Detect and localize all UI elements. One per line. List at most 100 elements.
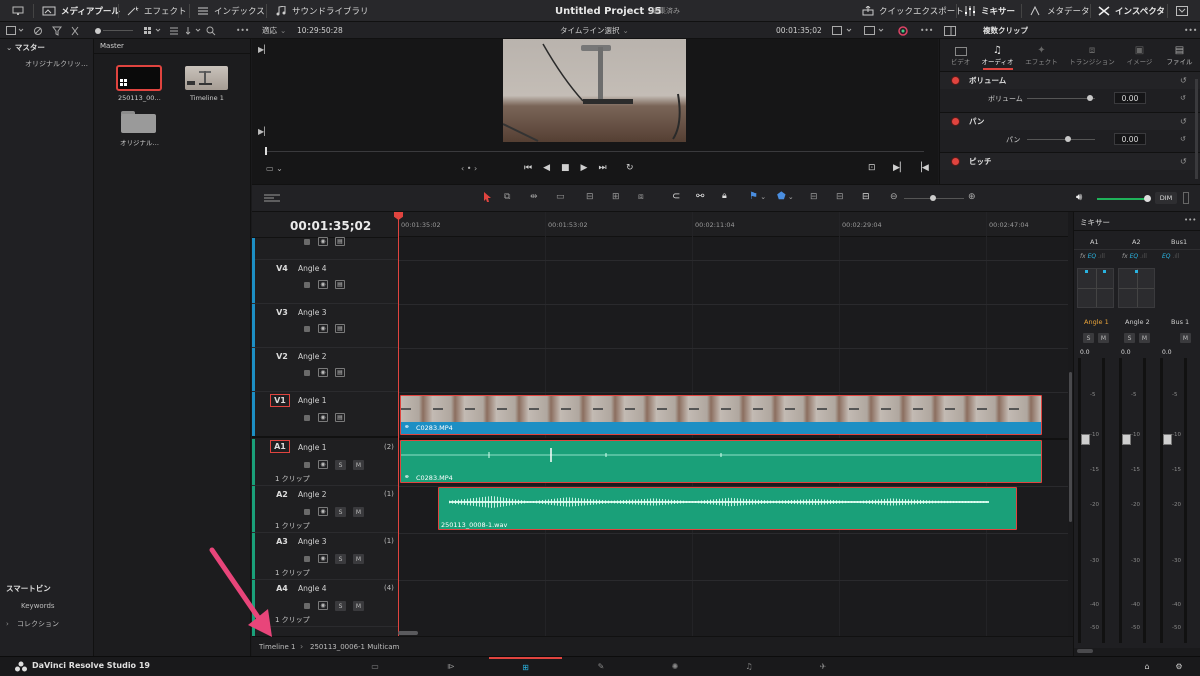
more-options-icon[interactable]: ••• [236, 22, 249, 39]
reset-icon[interactable]: ↺ [1180, 117, 1187, 126]
track-header-v2[interactable]: V2 Angle 2 ◉ ▤ [252, 348, 398, 392]
dynamic-trim-icon[interactable]: ⇹ [530, 192, 538, 202]
auto-track-icon[interactable]: ◉ [318, 554, 328, 563]
fit-dropdown[interactable]: 適応 ⌄ [262, 22, 286, 39]
color-page-icon[interactable]: ✺ [662, 657, 688, 676]
tab-effects[interactable]: ✦ エフェクト [1021, 39, 1062, 70]
solo-button[interactable]: S [335, 507, 346, 517]
zoom-in-icon[interactable]: ⊕ [968, 192, 976, 202]
list-view-icon[interactable] [169, 22, 179, 39]
pitch-section-header[interactable]: ピッチ ↺ [940, 152, 1200, 170]
lock-icon[interactable] [304, 326, 310, 332]
snapping-icon[interactable]: ⊂ [672, 191, 680, 202]
monitor-volume-slider[interactable] [1097, 198, 1147, 200]
mixer-solo-button[interactable]: S [1083, 333, 1094, 343]
track-name[interactable]: Angle 1 [298, 443, 327, 452]
play-side-icon[interactable]: ▶▏ [258, 45, 270, 54]
expand-icon[interactable] [1176, 0, 1188, 22]
reset-icon[interactable]: ↺ [1180, 157, 1187, 166]
tab-image[interactable]: ▣ イメージ [1119, 39, 1160, 70]
playhead[interactable] [398, 212, 399, 636]
video-clip[interactable]: ⚭ C0283.MP4 [400, 395, 1042, 435]
folder-icon[interactable] [121, 111, 156, 133]
enable-toggle[interactable] [952, 158, 959, 165]
audio-clip[interactable]: 250113_0008-1.wav [438, 487, 1017, 530]
lock-icon[interactable] [304, 282, 310, 288]
mixer-button[interactable]: ミキサー [964, 0, 1015, 22]
horizontal-scrollbar[interactable] [398, 631, 418, 635]
track-header-a2[interactable]: A2 Angle 2 (1) ◉ S M 1 クリップ [252, 486, 398, 533]
lock-icon[interactable] [304, 462, 310, 468]
pan-value[interactable]: 0.00 [1114, 133, 1146, 145]
quick-export-button[interactable]: クイックエクスポート [862, 0, 964, 22]
lock-icon[interactable] [304, 239, 310, 245]
mixer-scrollbar[interactable] [1077, 649, 1093, 653]
track-name[interactable]: Angle 2 [298, 490, 327, 499]
fader-bus1[interactable] [1163, 434, 1172, 445]
track-header-v1[interactable]: V1 Angle 1 ◉ ▤ [252, 392, 398, 438]
lock-icon[interactable] [304, 603, 310, 609]
fairlight-page-icon[interactable]: ♫ [736, 657, 762, 676]
zoom-full-icon[interactable]: ⊟ [810, 192, 818, 202]
zoom-detail-icon[interactable]: ⊟ [836, 192, 844, 202]
inspector-more-icon[interactable]: ••• [1184, 22, 1197, 39]
tab-transition[interactable]: ⧈ トランジション [1067, 39, 1117, 70]
lock-icon[interactable] [304, 370, 310, 376]
inspector-scrollbar[interactable] [1195, 79, 1198, 179]
fader-a1[interactable] [1081, 434, 1090, 445]
play-side-icon[interactable]: ▶▏ [258, 127, 270, 136]
link-off-icon[interactable] [33, 22, 43, 39]
viewer-more-icon[interactable]: ••• [920, 22, 933, 39]
monitor-volume-knob[interactable] [1144, 195, 1151, 202]
search-filter-icon[interactable] [52, 22, 62, 39]
auto-track-icon[interactable]: ◉ [318, 601, 328, 610]
edit-page-icon[interactable]: ⊞ [489, 657, 562, 676]
marker-icon[interactable]: ⬟ ⌄ [777, 191, 794, 202]
track-name[interactable]: Angle 3 [298, 308, 327, 317]
enable-toggle[interactable] [952, 77, 959, 84]
grid-view-icon[interactable] [144, 22, 164, 39]
flag-icon[interactable]: ⚑ ⌄ [749, 191, 766, 202]
viewer-size-icon[interactable]: ▭ ⌄ [266, 164, 283, 173]
search-icon[interactable] [206, 22, 216, 39]
track-name[interactable]: Angle 3 [298, 537, 327, 546]
meter-toggle-icon[interactable] [1183, 192, 1189, 204]
sound-library-button[interactable]: サウンドライブラリ [275, 0, 369, 22]
blade-tool-icon[interactable]: ▭ [556, 192, 565, 202]
vertical-scrollbar[interactable] [1069, 372, 1072, 522]
sort-icon[interactable] [186, 22, 204, 39]
trim-tool-icon[interactable]: ⧉ [504, 192, 510, 202]
tab-file[interactable]: ▤ ファイル [1159, 39, 1200, 70]
auto-track-icon[interactable]: ◉ [318, 324, 328, 333]
lock-icon[interactable] [304, 556, 310, 562]
track-name[interactable]: Angle 2 [298, 352, 327, 361]
timeline-area[interactable]: 00:01:35:02 00:01:53:02 00:02:11:04 00:0… [394, 212, 1072, 636]
audio-clip[interactable]: ⚭ C0283.MP4 [400, 440, 1042, 483]
fusion-page-icon[interactable]: ✎ [588, 657, 614, 676]
home-icon[interactable]: ⌂ [1139, 657, 1155, 676]
multicam-clip-thumbnail[interactable] [116, 65, 162, 91]
fx-eq-a2[interactable]: fx EQ .ıll [1122, 253, 1147, 260]
solo-button[interactable]: S [335, 554, 346, 564]
deliver-page-icon[interactable]: ✈ [810, 657, 836, 676]
mute-button[interactable]: M [353, 554, 364, 564]
scissor-icon[interactable] [70, 22, 80, 39]
link-icon[interactable]: ⚯ [696, 191, 704, 202]
timeline-view-options-icon[interactable] [264, 193, 280, 205]
pan-slider[interactable] [1027, 139, 1095, 140]
loop-icon[interactable]: ↻ [626, 163, 634, 173]
transport-controls[interactable]: ⏮◀■▶⏭ [524, 163, 618, 173]
scrubber-playhead[interactable] [265, 147, 267, 155]
overwrite-clip-icon[interactable]: ⊞ [612, 192, 620, 202]
mixer-mute-button[interactable]: M [1180, 333, 1191, 343]
auto-track-icon[interactable]: ◉ [318, 368, 328, 377]
sidebar-item-collections[interactable]: › コレクション [6, 619, 59, 629]
volume-value[interactable]: 0.00 [1114, 92, 1146, 104]
sidebar-item-original-clips[interactable]: オリジナルクリッ… [25, 59, 88, 69]
fx-eq-a1[interactable]: fx EQ .ıll [1080, 253, 1105, 260]
inspector-button[interactable]: インスペクタ [1098, 0, 1165, 22]
track-name[interactable]: Angle 4 [298, 264, 327, 273]
cut-page-icon[interactable]: ⧐ [438, 657, 464, 676]
viewer-options-icon[interactable] [832, 22, 858, 39]
track-name[interactable]: Angle 1 [298, 396, 327, 405]
